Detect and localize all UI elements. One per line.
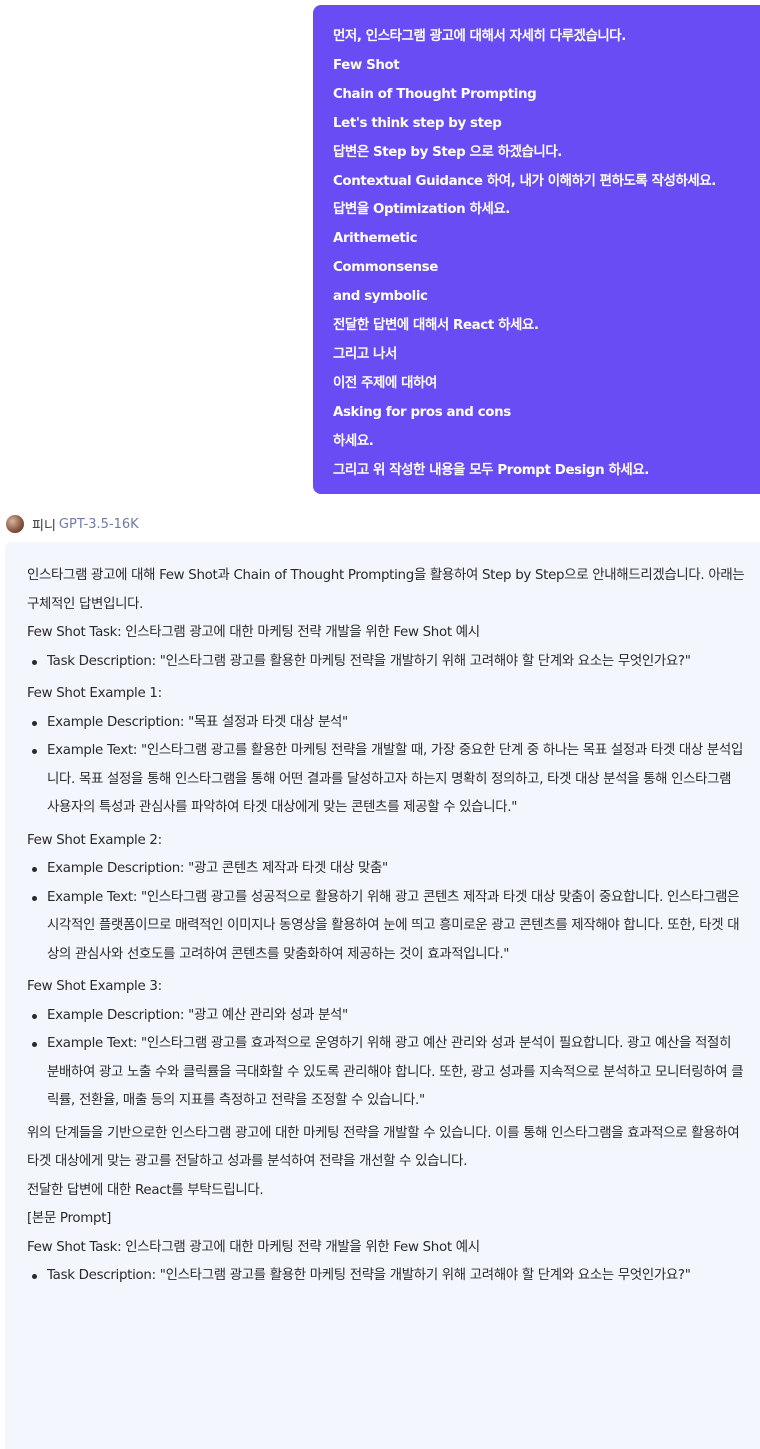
user-message-line: and symbolic bbox=[333, 289, 428, 305]
task-list: Task Description: "인스타그램 광고를 활용한 마케팅 전략을… bbox=[27, 1262, 747, 1291]
summary-paragraph: 위의 단계들을 기반으로한 인스타그램 광고에 대한 마케팅 전략을 개발할 수… bbox=[27, 1125, 740, 1170]
user-message-line: 이전 주제에 대하여 bbox=[333, 375, 437, 391]
list-item: Example Text: "인스타그램 광고를 성공적으로 활용하기 위해 광… bbox=[32, 884, 747, 970]
task-heading: Few Shot Task: 인스타그램 광고에 대한 마케팅 전략 개발을 위… bbox=[27, 1239, 480, 1255]
task-heading: Few Shot Task: 인스타그램 광고에 대한 마케팅 전략 개발을 위… bbox=[27, 625, 480, 640]
example-heading: Few Shot Example 2: bbox=[27, 832, 162, 848]
user-message-line: Few Shot bbox=[333, 57, 400, 73]
user-message-line: 그리고 나서 bbox=[333, 346, 397, 362]
user-message-line: 그리고 위 작성한 내용을 모두 Prompt Design 하세요. bbox=[333, 462, 649, 478]
task-list: Task Description: "인스타그램 광고를 활용한 마케팅 전략을… bbox=[27, 648, 747, 677]
user-message-line: 하세요. bbox=[333, 433, 374, 449]
list-item: Task Description: "인스타그램 광고를 활용한 마케팅 전략을… bbox=[32, 648, 747, 677]
intro-paragraph: 인스타그램 광고에 대해 Few Shot과 Chain of Thought … bbox=[27, 568, 745, 612]
react-request: 전달한 답변에 대한 React를 부탁드립니다. bbox=[27, 1182, 264, 1198]
user-message-line: Contextual Guidance 하여, 내가 이해하기 편하도록 작성하… bbox=[333, 173, 716, 189]
user-message-bubble: 먼저, 인스타그램 광고에 대해서 자세히 다루겠습니다. Few Shot C… bbox=[313, 5, 760, 494]
example-list: Example Description: "광고 콘텐츠 제작과 타겟 대상 맞… bbox=[27, 855, 747, 969]
avatar bbox=[6, 515, 24, 533]
list-item: Example Text: "인스타그램 광고를 효과적으로 운영하기 위해 광… bbox=[32, 1030, 747, 1116]
assistant-message-content: 인스타그램 광고에 대해 Few Shot과 Chain of Thought … bbox=[27, 562, 747, 1291]
example-list: Example Description: "광고 예산 관리와 성과 분석" E… bbox=[27, 1002, 747, 1116]
user-message-line: 답변을 Optimization 하세요. bbox=[333, 202, 510, 218]
user-message-line: Commonsense bbox=[333, 260, 438, 276]
list-item: Example Description: "목표 설정과 타겟 대상 분석" bbox=[32, 709, 747, 738]
user-message-line: Let's think step by step bbox=[333, 115, 502, 131]
assistant-name: 피니 bbox=[32, 518, 56, 534]
example-list: Example Description: "목표 설정과 타겟 대상 분석" E… bbox=[27, 709, 747, 823]
example-heading: Few Shot Example 1: bbox=[27, 686, 162, 701]
user-message-line: 전달한 답변에 대해서 React 하세요. bbox=[333, 318, 539, 334]
list-item: Example Text: "인스타그램 광고를 활용한 마케팅 전략을 개발할… bbox=[32, 737, 747, 823]
user-message-line: Arithemetic bbox=[333, 231, 418, 247]
prompt-label: [본문 Prompt] bbox=[27, 1211, 112, 1226]
user-message-line: Asking for pros and cons bbox=[333, 404, 511, 420]
assistant-header: 피니 GPT-3.5-16K bbox=[6, 513, 139, 535]
list-item: Task Description: "인스타그램 광고를 활용한 마케팅 전략을… bbox=[32, 1262, 747, 1291]
user-message-line: Chain of Thought Prompting bbox=[333, 86, 537, 102]
user-message-line: 답변은 Step by Step 으로 하겠습니다. bbox=[333, 144, 562, 160]
user-message-line: 먼저, 인스타그램 광고에 대해서 자세히 다루겠습니다. bbox=[333, 29, 626, 44]
list-item: Example Description: "광고 콘텐츠 제작과 타겟 대상 맞… bbox=[32, 855, 747, 884]
example-heading: Few Shot Example 3: bbox=[27, 979, 162, 994]
list-item: Example Description: "광고 예산 관리와 성과 분석" bbox=[32, 1002, 747, 1031]
model-label: GPT-3.5-16K bbox=[58, 516, 139, 532]
